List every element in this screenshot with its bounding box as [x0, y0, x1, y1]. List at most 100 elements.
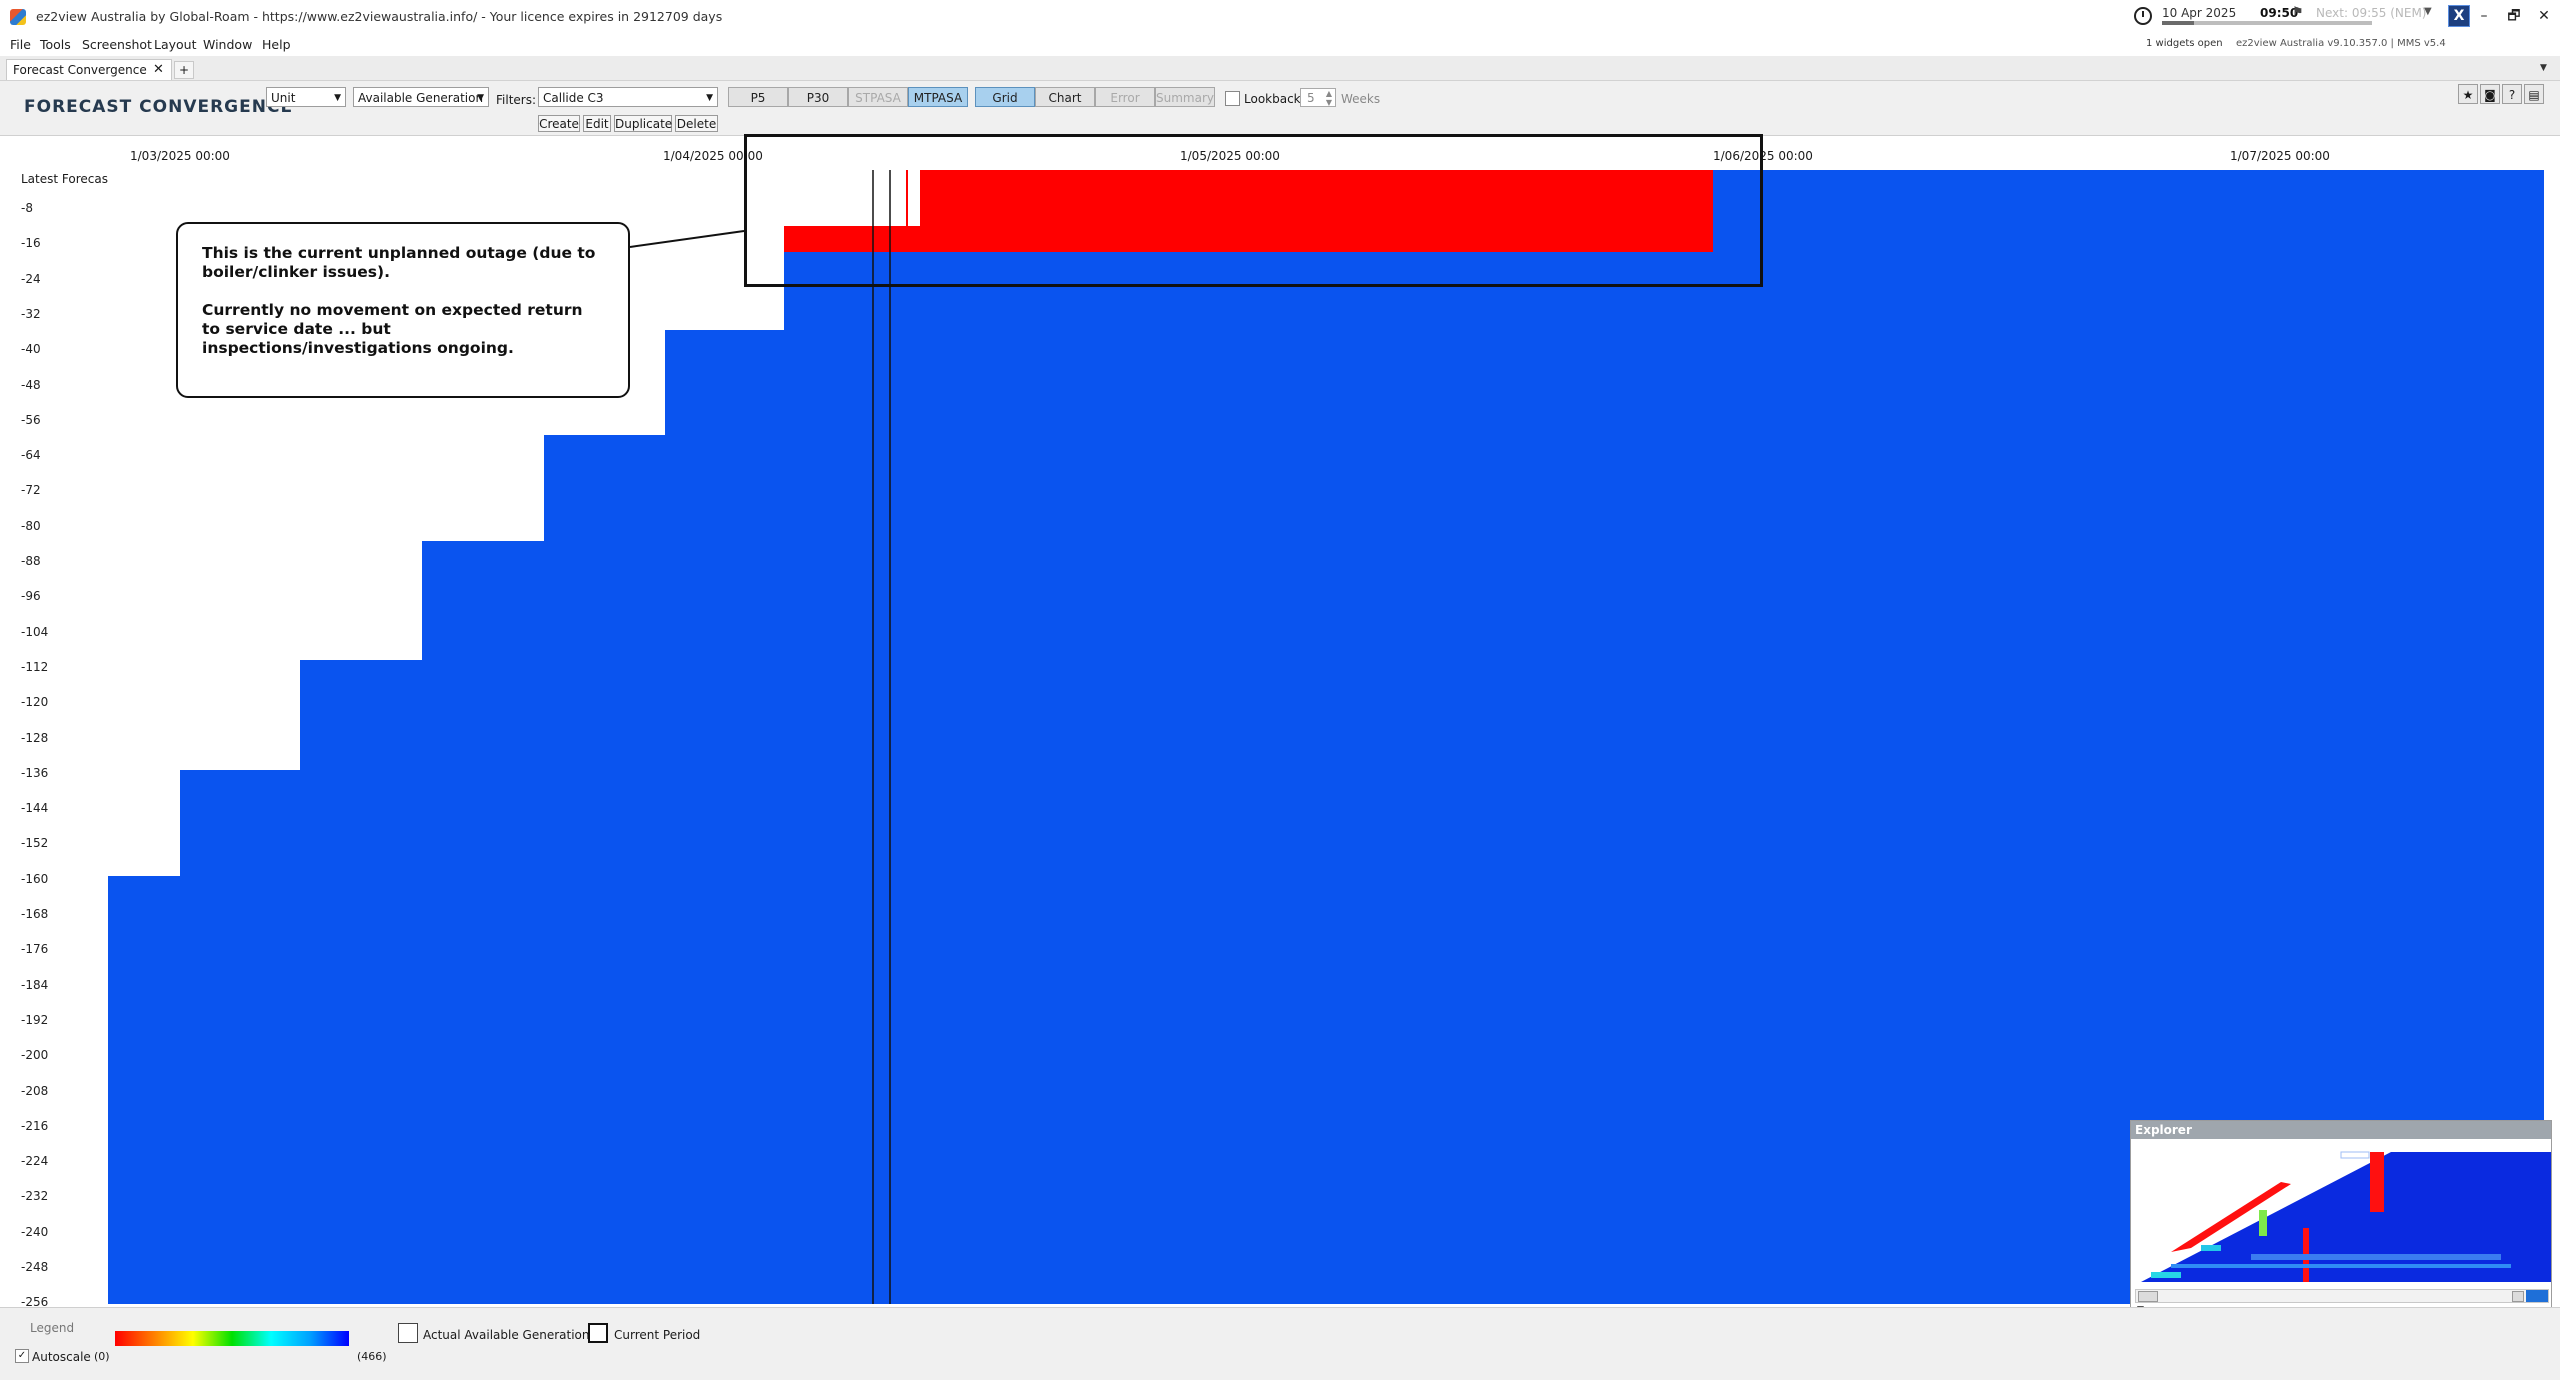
error-view-button[interactable]: Error [1095, 87, 1155, 107]
minimize-button[interactable]: – [2470, 5, 2498, 27]
y-tick-label: -184 [21, 977, 49, 992]
measure-dropdown[interactable]: Available Generation ▼ [353, 87, 489, 107]
y-tick-label: -88 [21, 554, 41, 568]
y-tick-label: -16 [21, 236, 41, 251]
explorer-scrollbar[interactable] [2135, 1289, 2549, 1303]
chevron-down-icon: ▼ [706, 93, 713, 103]
measure-dropdown-value: Available Generation [358, 91, 484, 105]
weeks-value: 5 [1307, 91, 1315, 105]
minimap-band [2251, 1254, 2501, 1260]
add-tab-button[interactable]: + [174, 61, 194, 79]
y-tick-label: -40 [21, 342, 41, 357]
x-tick-label: 1/07/2025 00:00 [2230, 149, 2330, 163]
y-tick-label: -248 [21, 1260, 49, 1274]
y-tick-label: -152 [21, 836, 49, 851]
filter-dropdown[interactable]: Callide C3 ▼ [538, 87, 718, 107]
delete-button[interactable]: Delete [675, 115, 718, 132]
legend-title: Legend [30, 1321, 75, 1335]
x-tick-label: 1/03/2025 00:00 [130, 149, 230, 163]
lookback-label: Lookback [1244, 92, 1301, 106]
y-tick-label: -120 [21, 695, 49, 710]
p30-button[interactable]: P30 [788, 87, 848, 107]
minimap-band [2151, 1272, 2181, 1278]
y-tick-label: -104 [21, 624, 49, 639]
actual-generation-swatch[interactable] [398, 1323, 418, 1343]
autoscale-checkbox[interactable]: ✓ [15, 1349, 29, 1363]
restore-button[interactable]: 🗗 [2500, 5, 2528, 27]
y-tick-label: -216 [21, 1118, 49, 1133]
camera-icon[interactable]: ◙ [2480, 84, 2500, 104]
tab-menu-icon[interactable]: ▼ [2540, 63, 2547, 73]
scale-min-label: (0) [94, 1350, 110, 1363]
chart-view-button[interactable]: Chart [1035, 87, 1095, 107]
y-tick-label: -192 [21, 1012, 49, 1027]
version-label: ez2view Australia v9.10.357.0 | MMS v5.4 [2236, 38, 2446, 49]
y-tick-label: -32 [21, 306, 41, 321]
stpasa-button[interactable]: STPASA [848, 87, 908, 107]
time-progress-fill [2162, 21, 2194, 25]
current-date: 10 Apr 2025 [2162, 6, 2237, 20]
y-tick-label: -224 [21, 1154, 49, 1169]
tab-label: Forecast Convergence [13, 63, 147, 77]
y-tick-label: -80 [21, 518, 41, 533]
stepper-arrows-icon[interactable]: ▲ ▼ [1326, 89, 1332, 107]
filter-dropdown-value: Callide C3 [543, 91, 604, 105]
widgets-open-count: 1 widgets open [2146, 38, 2223, 49]
actual-generation-label: Actual Available Generation [423, 1328, 590, 1342]
y-tick-label: -64 [21, 448, 41, 463]
menu-window[interactable]: Window [203, 37, 252, 52]
callout-text-return: Currently no movement on expected return… [202, 301, 583, 357]
current-period-swatch[interactable] [588, 1323, 608, 1343]
next-dispatch-label: Next: 09:55 (NEM) [2316, 6, 2427, 20]
y-tick-label: -168 [21, 907, 49, 921]
y-tick-label: -24 [21, 271, 41, 286]
explorer-panel[interactable]: Explorer [2130, 1120, 2552, 1308]
y-tick-label: -48 [21, 377, 41, 392]
star-icon[interactable]: ★ [2458, 84, 2478, 104]
summary-view-button[interactable]: Summary [1155, 87, 1215, 107]
explorer-minimap[interactable] [2131, 1140, 2551, 1288]
current-period-label: Current Period [614, 1328, 701, 1342]
scroll-handle-right[interactable] [2512, 1291, 2524, 1302]
chevron-down-icon: ▼ [477, 93, 484, 103]
y-tick-label: -240 [21, 1224, 49, 1239]
y-tick-label: -144 [21, 801, 49, 816]
menu-tools[interactable]: Tools [40, 37, 71, 52]
app-icon [10, 9, 26, 25]
lookback-checkbox[interactable] [1225, 91, 1240, 106]
minimap-outage-bar [2370, 1152, 2384, 1212]
grid-view-button[interactable]: Grid [975, 87, 1035, 107]
autoscale-label: Autoscale [32, 1350, 91, 1364]
mtpasa-button[interactable]: MTPASA [908, 87, 968, 107]
color-scale-gradient [115, 1331, 349, 1346]
edit-button[interactable]: Edit [583, 115, 611, 132]
menu-screenshot[interactable]: Screenshot [82, 37, 152, 52]
clock-icon [2134, 7, 2152, 25]
minimap-band [2259, 1210, 2267, 1236]
create-button[interactable]: Create [538, 115, 580, 132]
y-tick-label: -160 [21, 871, 49, 886]
help-icon[interactable]: ? [2502, 84, 2522, 104]
weeks-stepper[interactable]: 5 ▲ ▼ [1300, 88, 1336, 107]
chevron-down-icon[interactable]: ▼ [2424, 6, 2432, 17]
callout-text-outage: This is the current unplanned outage (du… [202, 244, 596, 281]
unit-dropdown[interactable]: Unit ▼ [266, 87, 346, 107]
menu-file[interactable]: File [10, 37, 31, 52]
tab-forecast-convergence[interactable]: Forecast Convergence ✕ [6, 59, 172, 80]
flag-icon[interactable]: ⚑ [2292, 5, 2304, 20]
minimap-availability [2141, 1152, 2551, 1282]
comment-icon[interactable]: ▤ [2524, 84, 2544, 104]
close-window-button[interactable]: ✕ [2530, 5, 2558, 27]
chevron-down-icon: ▼ [334, 93, 341, 103]
y-tick-label: -128 [21, 730, 49, 745]
x-logo-icon[interactable]: X [2448, 5, 2470, 27]
outage-highlight-box [744, 134, 1763, 287]
scroll-handle-left[interactable] [2138, 1291, 2158, 1302]
duplicate-button[interactable]: Duplicate [614, 115, 672, 132]
scroll-thumb[interactable] [2526, 1290, 2548, 1302]
menu-help[interactable]: Help [262, 37, 291, 52]
close-icon[interactable]: ✕ [153, 62, 164, 77]
menu-layout[interactable]: Layout [154, 37, 197, 52]
y-tick-label: -200 [21, 1048, 49, 1063]
p5-button[interactable]: P5 [728, 87, 788, 107]
